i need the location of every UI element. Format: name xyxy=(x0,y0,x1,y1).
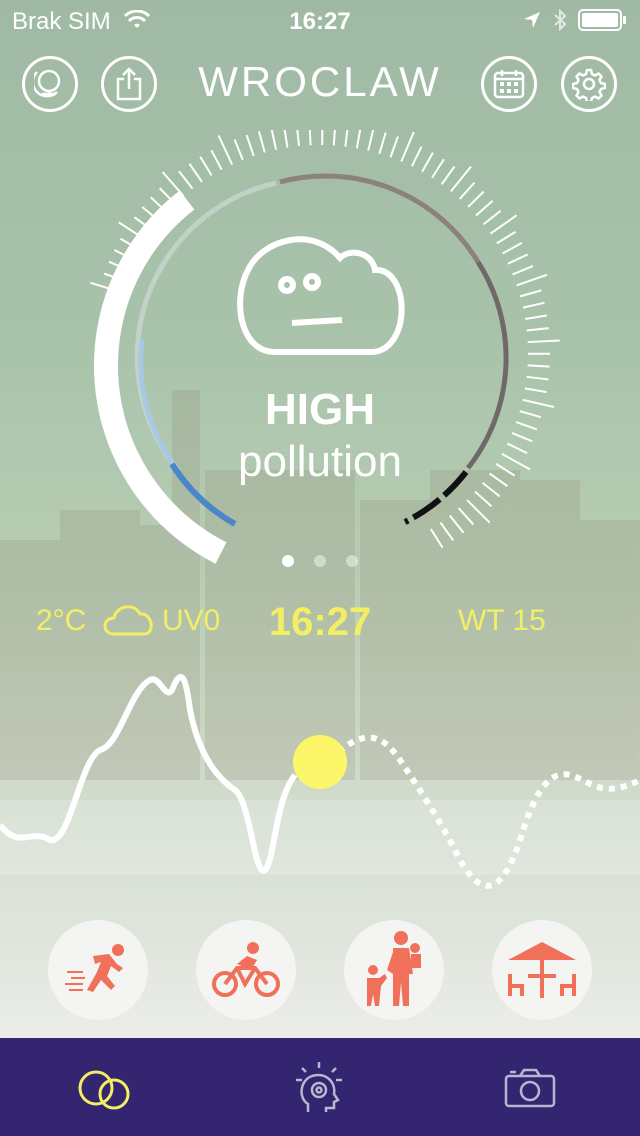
bicycle-icon xyxy=(212,942,280,997)
pollution-level: HIGH xyxy=(265,385,375,434)
table-umbrella-icon xyxy=(508,942,576,998)
gauge-tick xyxy=(188,163,203,183)
app-screen: Brak SIM 16:27 WROCLAW HIGH pollution 2°… xyxy=(0,0,640,1136)
past-curve xyxy=(0,673,298,874)
tab-weather[interactable] xyxy=(76,1058,136,1118)
gauge-tick xyxy=(507,253,529,265)
status-bar: Brak SIM 16:27 xyxy=(0,0,640,40)
page-dot[interactable] xyxy=(282,555,294,567)
gauge-tick xyxy=(355,130,362,149)
gauge-tick xyxy=(527,364,550,368)
tab-camera[interactable] xyxy=(500,1058,560,1118)
gauge-tick xyxy=(519,289,542,298)
activity-outdoor-dining-button[interactable] xyxy=(492,920,592,1020)
gauge-tick xyxy=(525,314,548,321)
pollution-label: pollution xyxy=(238,437,402,486)
gauge-tick xyxy=(296,130,300,147)
activity-cycling-button[interactable] xyxy=(196,920,296,1020)
gauge-tick xyxy=(178,170,194,190)
calendar-button[interactable] xyxy=(481,56,537,112)
gauge-tick xyxy=(233,139,244,161)
page-dot[interactable] xyxy=(314,555,326,567)
pollution-forecast-curve xyxy=(0,673,640,889)
gauge-tick xyxy=(429,528,444,549)
day-label: WT 15 xyxy=(458,604,546,637)
weather-row: 2°C UV0 16:27 WT 15 xyxy=(0,600,640,644)
gauge-tick xyxy=(516,273,548,287)
pollution-gauge xyxy=(90,130,560,564)
tab-bar xyxy=(0,1038,640,1136)
gauge-tick xyxy=(270,130,278,150)
gauge-tick xyxy=(367,130,375,151)
calendar-icon xyxy=(493,70,525,99)
gauge-tick xyxy=(489,214,518,235)
gauge-tick xyxy=(448,514,465,534)
gauge-tick xyxy=(210,149,223,171)
gauge-tick xyxy=(400,131,415,162)
family-icon xyxy=(367,931,421,1006)
gauge-tick xyxy=(431,158,445,179)
gauge-tick xyxy=(522,301,545,309)
city-title: WROCLAW xyxy=(198,58,442,105)
gauge-tick xyxy=(450,165,472,192)
neutral-cloud-face-icon xyxy=(237,236,405,355)
gauge-tick xyxy=(458,181,476,200)
gauge-segment-high xyxy=(279,173,481,264)
gauge-tick xyxy=(482,209,502,226)
current-time-marker[interactable] xyxy=(293,735,347,789)
page-indicator[interactable] xyxy=(0,555,640,567)
forecast-curve xyxy=(327,734,640,889)
gauge-tick xyxy=(421,152,434,173)
gauge-tick xyxy=(474,490,493,508)
gauge-tick xyxy=(466,499,491,524)
gauge-tick xyxy=(502,242,523,255)
gauge-tick xyxy=(245,134,255,157)
gauge-tick xyxy=(475,200,494,217)
gauge-tick xyxy=(440,165,456,185)
gauge-tick xyxy=(389,136,399,158)
gauge-tick xyxy=(410,146,423,167)
gauge-tick xyxy=(467,190,485,208)
bluetooth-icon xyxy=(554,9,567,31)
battery-icon xyxy=(578,9,626,31)
gauge-tick xyxy=(457,507,475,526)
gauge-tick xyxy=(512,265,534,276)
gauge-tick xyxy=(217,135,234,165)
gauge-tick xyxy=(526,327,549,332)
activity-family-walk-button[interactable] xyxy=(344,920,444,1020)
gauge-tick xyxy=(378,132,387,154)
gauge-tick xyxy=(257,130,266,153)
gauge-tick xyxy=(283,130,289,148)
clouds-icon xyxy=(78,1070,130,1110)
runner-icon xyxy=(65,944,124,992)
gauge-tick xyxy=(344,130,349,147)
gauge-tick xyxy=(308,130,312,146)
pollution-status: HIGH pollution xyxy=(0,385,640,487)
camera-icon xyxy=(504,1068,556,1108)
gauge-tick xyxy=(527,339,560,344)
gauge-tick xyxy=(526,375,549,381)
tab-tips[interactable] xyxy=(290,1058,350,1118)
gauge-tick xyxy=(199,156,213,176)
settings-button[interactable] xyxy=(561,56,617,112)
location-arrow-icon xyxy=(524,12,540,28)
gauge-tick xyxy=(439,521,455,542)
gauge-tick xyxy=(332,130,336,146)
gear-icon xyxy=(572,68,606,101)
page-dot[interactable] xyxy=(346,555,358,567)
gauge-tick xyxy=(496,230,517,245)
activity-running-button[interactable] xyxy=(48,920,148,1020)
head-lightbulb-icon xyxy=(296,1062,342,1112)
